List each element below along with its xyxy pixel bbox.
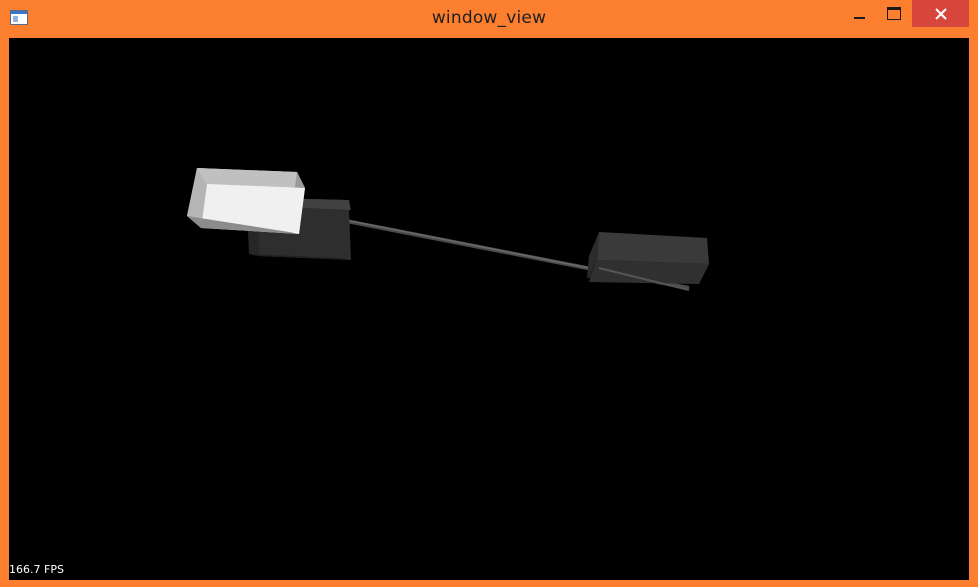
title-bar[interactable]: window_view bbox=[0, 0, 978, 38]
maximize-icon bbox=[887, 6, 901, 20]
minimize-icon bbox=[854, 16, 865, 19]
scene-render[interactable] bbox=[9, 38, 969, 580]
application-window: window_view 166.7 FPS bbox=[0, 0, 978, 587]
close-button[interactable] bbox=[912, 0, 969, 27]
dark-box-right[interactable] bbox=[587, 232, 709, 291]
3d-viewport[interactable]: 166.7 FPS bbox=[9, 38, 969, 580]
minimize-button[interactable] bbox=[843, 0, 877, 27]
window-title: window_view bbox=[431, 8, 547, 28]
close-icon bbox=[934, 7, 947, 20]
selected-box[interactable] bbox=[187, 168, 305, 234]
maximize-button[interactable] bbox=[877, 0, 911, 27]
fps-counter: 166.7 FPS bbox=[9, 563, 64, 576]
